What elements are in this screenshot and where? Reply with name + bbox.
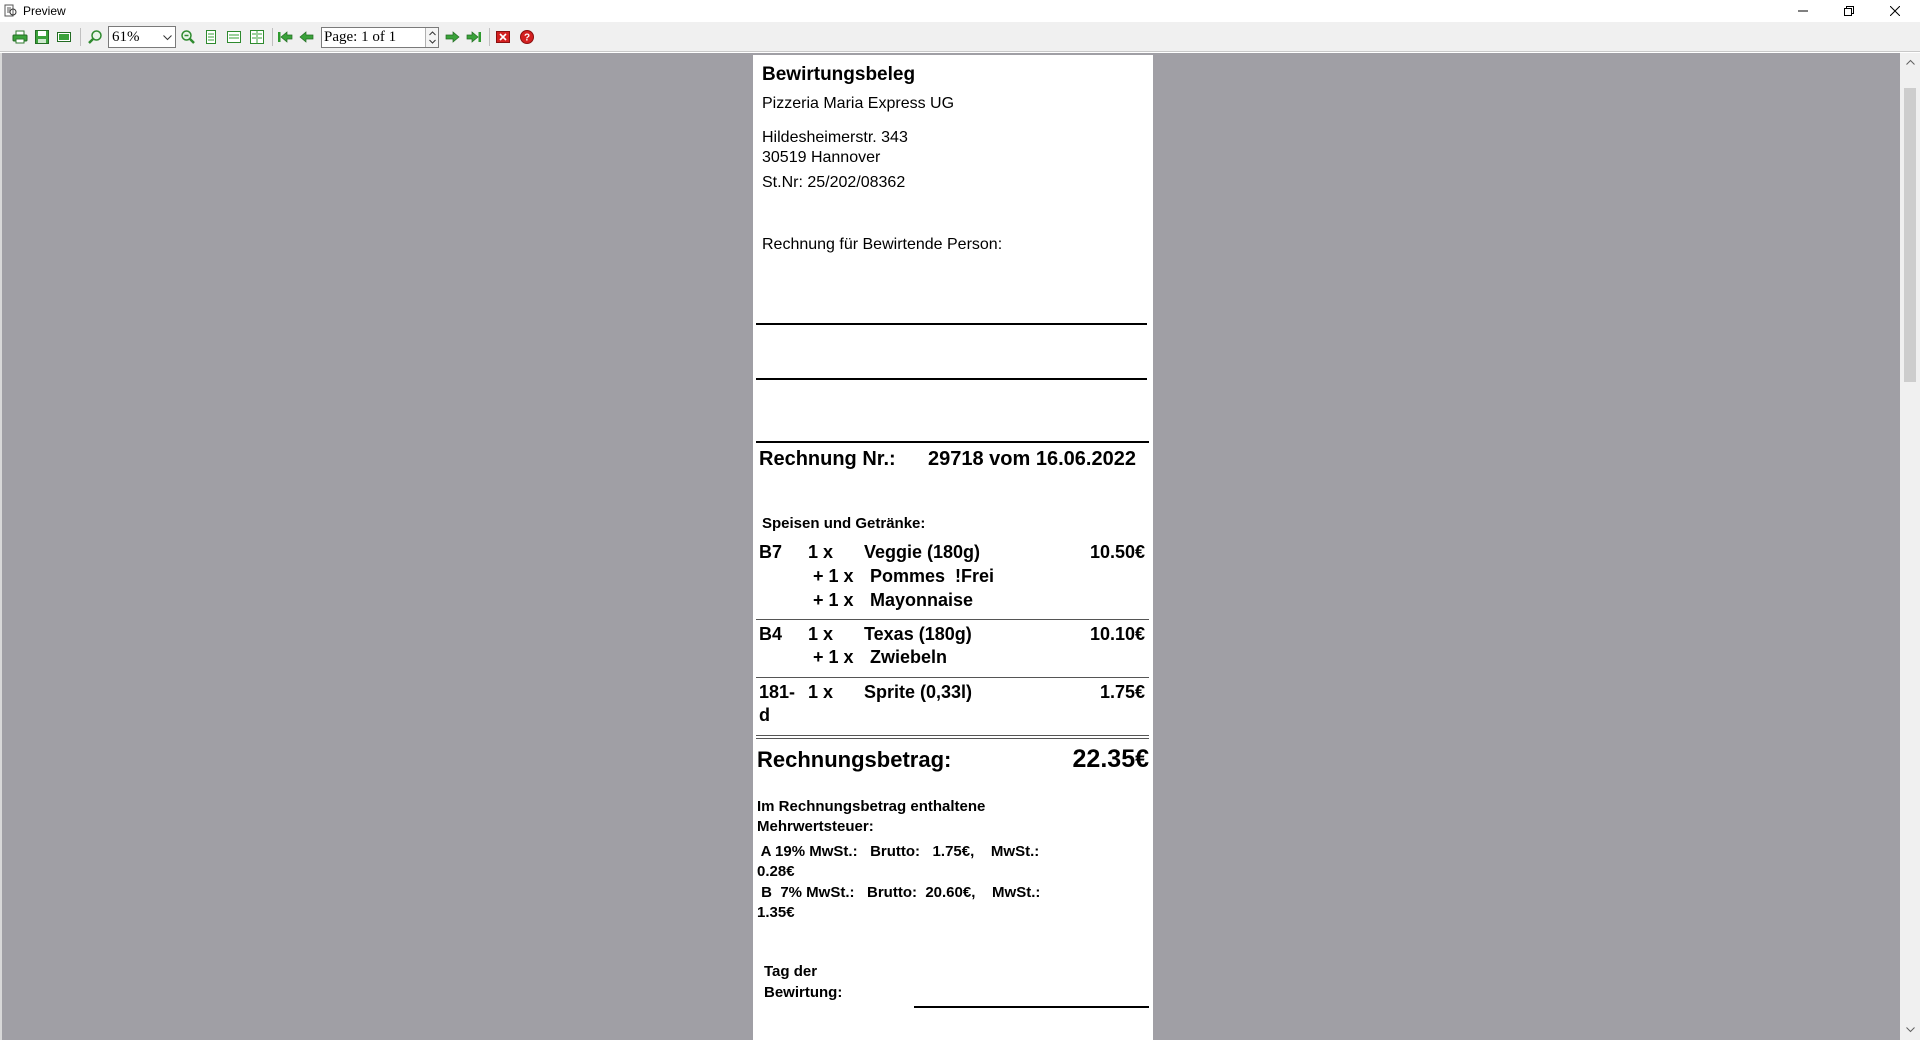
item-qty: 1 x: [808, 624, 834, 644]
spin-arrows-icon: [429, 31, 436, 44]
item-name: Texas (180g): [864, 624, 972, 644]
restore-button[interactable]: [1826, 0, 1872, 22]
zoom-value: 61%: [112, 29, 140, 45]
close-preview-icon[interactable]: [495, 29, 511, 45]
scroll-up-icon[interactable]: [1906, 59, 1915, 65]
chevron-down-icon: [163, 35, 172, 41]
last-page-icon[interactable]: [466, 29, 482, 45]
save-icon[interactable]: [34, 29, 50, 45]
title-bar: Preview: [0, 0, 1920, 22]
company-street: Hildesheimerstr. 343: [762, 129, 908, 146]
item-code: B7: [759, 542, 783, 562]
item-divider: [756, 619, 1149, 620]
item-divider: [756, 735, 1149, 736]
vat-b-line: B 7% MwSt.: Brutto: 20.60€, MwSt.:: [757, 884, 1041, 901]
receipt-heading: Bewirtungsbeleg: [762, 64, 916, 85]
item-divider: [756, 677, 1149, 678]
toolbar-separator: [80, 28, 81, 46]
company-city: 30519 Hannover: [762, 149, 881, 166]
page-number-field[interactable]: Page: 1 of 1: [321, 27, 439, 48]
help-icon[interactable]: ?: [519, 29, 535, 45]
vat-heading: Im Rechnungsbetrag enthaltene: [757, 798, 986, 815]
host-label: Rechnung für Bewirtende Person:: [762, 236, 1003, 253]
extra-name: Mayonnaise: [870, 590, 974, 610]
minimize-button[interactable]: [1780, 0, 1826, 22]
item-name: Veggie (180g): [864, 542, 981, 562]
vat-a-line: A 19% MwSt.: Brutto: 1.75€, MwSt.:: [757, 843, 1040, 860]
toolbar-separator: [489, 28, 490, 46]
app-icon: [4, 4, 17, 17]
day-signature-line: [914, 1006, 1149, 1008]
total-label: Rechnungsbetrag:: [757, 747, 952, 772]
window-title: Preview: [23, 4, 66, 18]
item-price: 10.50€: [1089, 542, 1145, 562]
day-label: Tag der: [764, 963, 818, 980]
extra-qty: + 1 x: [813, 590, 854, 610]
item-qty: 1 x: [808, 682, 834, 702]
scroll-down-icon[interactable]: [1906, 1027, 1915, 1033]
restore-icon: [1844, 6, 1854, 16]
print-icon[interactable]: [12, 29, 28, 45]
item-code: B4: [759, 624, 783, 644]
minimize-icon: [1798, 10, 1808, 12]
close-button[interactable]: [1872, 0, 1918, 22]
page-width-icon[interactable]: [226, 29, 242, 45]
invoice-value: 29718 vom 16.06.2022: [928, 448, 1136, 470]
extra-qty: + 1 x: [813, 566, 854, 586]
toolbar: 61% Page: 1 of 1 ?: [0, 22, 1920, 52]
item-divider: [756, 738, 1149, 739]
vat-heading-continued: Mehrwertsteuer:: [757, 818, 874, 835]
extra-qty: + 1 x: [813, 647, 854, 667]
item-price: 1.75€: [1099, 682, 1145, 702]
single-page-icon[interactable]: [203, 29, 219, 45]
invoice-label: Rechnung Nr.:: [759, 448, 896, 470]
page-indicator: Page: 1 of 1: [324, 29, 397, 45]
day-label-continued: Bewirtung:: [764, 984, 843, 1001]
two-pages-icon[interactable]: [249, 29, 265, 45]
export-icon[interactable]: [56, 29, 72, 45]
receipt-page: Bewirtungsbeleg Pizzeria Maria Express U…: [753, 55, 1153, 1040]
preview-viewport: Bewirtungsbeleg Pizzeria Maria Express U…: [0, 53, 1900, 1040]
items-heading: Speisen und Getränke:: [762, 515, 926, 532]
previous-page-icon[interactable]: [299, 29, 315, 45]
tax-number: St.Nr: 25/202/08362: [762, 174, 906, 191]
item-qty: 1 x: [808, 542, 834, 562]
extra-name: Zwiebeln: [870, 647, 948, 667]
vertical-scrollbar[interactable]: [1900, 53, 1920, 1040]
item-code: 181-: [759, 682, 796, 702]
total-value: 22.35€: [1072, 745, 1149, 773]
zoom-out-icon[interactable]: [180, 29, 196, 45]
item-price: 10.10€: [1089, 624, 1145, 644]
zoom-icon[interactable]: [87, 29, 103, 45]
next-page-icon[interactable]: [444, 29, 460, 45]
page-spinner[interactable]: [425, 28, 438, 47]
close-icon: [1890, 6, 1900, 16]
first-page-icon[interactable]: [277, 29, 293, 45]
extra-name: Pommes !Frei: [870, 566, 995, 586]
svg-text:?: ?: [524, 33, 530, 44]
signature-line: [756, 323, 1147, 325]
scrollbar-thumb[interactable]: [1904, 88, 1916, 382]
company-name: Pizzeria Maria Express UG: [762, 95, 955, 112]
vat-b-value: 1.35€: [757, 904, 795, 921]
item-code-continued: d: [759, 705, 770, 725]
toolbar-separator: [272, 28, 273, 46]
vat-a-value: 0.28€: [757, 863, 795, 880]
signature-line: [756, 378, 1147, 380]
zoom-select[interactable]: 61%: [108, 26, 176, 48]
section-divider: [756, 441, 1149, 443]
item-name: Sprite (0,33l): [864, 682, 973, 702]
